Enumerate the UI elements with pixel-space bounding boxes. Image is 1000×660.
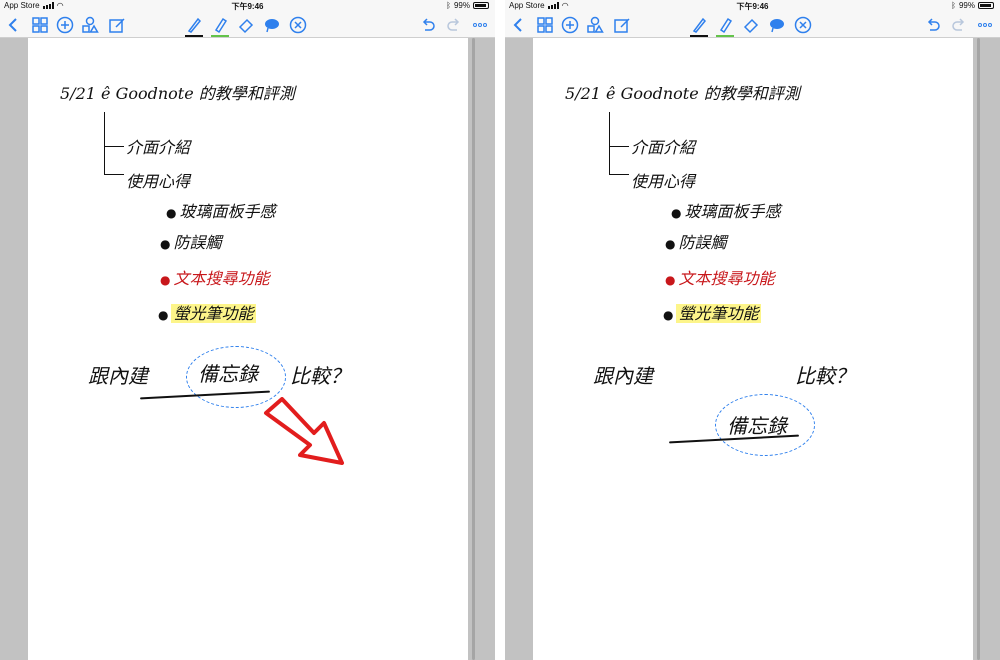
close-icon[interactable] <box>793 16 813 34</box>
list-item: ● 文本搜尋功能 <box>160 269 270 288</box>
list-item: ● 玻璃面板手感 <box>671 202 781 221</box>
status-time: 下午9:46 <box>736 2 769 11</box>
edit-icon[interactable] <box>612 16 632 34</box>
pen-icon[interactable] <box>689 16 709 37</box>
image-divider <box>495 0 505 660</box>
list-item: ● 玻璃面板手感 <box>166 202 276 221</box>
undo-icon[interactable] <box>418 16 438 34</box>
more-icon[interactable] <box>975 16 995 34</box>
undo-icon[interactable] <box>923 16 943 34</box>
more-icon[interactable] <box>470 16 490 34</box>
ipad-screen-before: App Store ◠ 下午9:46 ᛒ 99% 5/21 ê Goodnote… <box>0 0 495 660</box>
tree-line <box>104 112 105 174</box>
compare-suffix: 比較？ <box>290 364 350 388</box>
compare-prefix: 跟內建 <box>88 364 148 388</box>
highlighted-text: 螢光筆功能 <box>171 304 256 323</box>
battery-percent: 99% <box>453 1 470 10</box>
scrollbar[interactable] <box>472 38 475 660</box>
branch-interface: 介面介紹 <box>631 138 696 157</box>
notebook-page[interactable] <box>533 38 973 660</box>
redo-icon[interactable] <box>444 16 464 34</box>
pen-color-indicator <box>185 35 203 37</box>
toolbar <box>0 12 495 38</box>
back-icon[interactable] <box>509 16 529 34</box>
tree-line <box>609 112 610 174</box>
thumbnails-icon[interactable] <box>30 16 50 34</box>
tree-branch <box>104 174 124 175</box>
tree-branch <box>609 174 629 175</box>
thumbnails-icon[interactable] <box>535 16 555 34</box>
tree-branch <box>104 146 124 147</box>
ipad-screen-after: App Store ◠ 下午9:46 ᛒ 99% 5/21 ê Goodnote… <box>505 0 1000 660</box>
compare-suffix: 比較？ <box>795 364 855 388</box>
shapes-icon[interactable] <box>80 16 100 34</box>
battery-percent: 99% <box>958 1 975 10</box>
compare-prefix: 跟內建 <box>593 364 653 388</box>
branch-experience: 使用心得 <box>126 172 191 191</box>
highlighter-color-indicator <box>211 35 229 37</box>
edit-icon[interactable] <box>107 16 127 34</box>
pen-icon[interactable] <box>184 16 204 37</box>
branch-experience: 使用心得 <box>631 172 696 191</box>
tree-branch <box>609 146 629 147</box>
list-item: ● 螢光筆功能 <box>158 304 256 323</box>
back-icon[interactable] <box>4 16 24 34</box>
scrollbar[interactable] <box>977 38 980 660</box>
arrow-icon <box>264 397 344 465</box>
close-icon[interactable] <box>288 16 308 34</box>
note-title: 5/21 ê Goodnote 的教學和評測 <box>60 84 295 103</box>
list-item: ● 防誤觸 <box>665 233 727 252</box>
battery-icon <box>978 2 994 9</box>
lasso-icon[interactable] <box>262 16 282 34</box>
status-time: 下午9:46 <box>231 2 264 11</box>
add-icon[interactable] <box>560 16 580 34</box>
battery-icon <box>473 2 489 9</box>
lasso-icon[interactable] <box>767 16 787 34</box>
status-bar: App Store ◠ 下午9:46 ᛒ 99% <box>0 0 495 12</box>
highlighter-color-indicator <box>716 35 734 37</box>
bluetooth-icon: ᛒ <box>446 1 451 10</box>
list-item: ● 防誤觸 <box>160 233 222 252</box>
eraser-icon[interactable] <box>741 16 761 34</box>
eraser-icon[interactable] <box>236 16 256 34</box>
redo-icon[interactable] <box>949 16 969 34</box>
toolbar <box>505 12 1000 38</box>
status-bar: App Store ◠ 下午9:46 ᛒ 99% <box>505 0 1000 12</box>
lasso-selection[interactable] <box>715 394 815 456</box>
bluetooth-icon: ᛒ <box>951 1 956 10</box>
list-item: ● 螢光筆功能 <box>663 304 761 323</box>
list-item: ● 文本搜尋功能 <box>665 269 775 288</box>
pen-color-indicator <box>690 35 708 37</box>
add-icon[interactable] <box>55 16 75 34</box>
highlighter-icon[interactable] <box>210 16 230 37</box>
highlighted-text: 螢光筆功能 <box>676 304 761 323</box>
highlighter-icon[interactable] <box>715 16 735 37</box>
branch-interface: 介面介紹 <box>126 138 191 157</box>
note-title: 5/21 ê Goodnote 的教學和評測 <box>565 84 800 103</box>
shapes-icon[interactable] <box>585 16 605 34</box>
